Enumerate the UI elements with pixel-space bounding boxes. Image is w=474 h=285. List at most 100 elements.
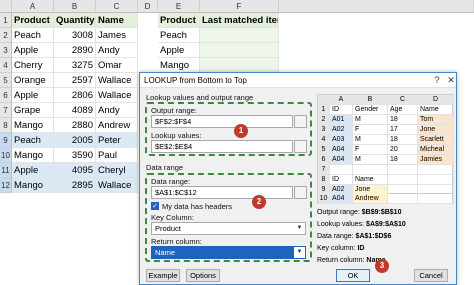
table-cell[interactable]: Andy xyxy=(96,103,138,118)
table2-cell[interactable]: Apple xyxy=(158,43,200,58)
table-cell[interactable]: 2890 xyxy=(54,43,96,58)
row-header[interactable]: 2 xyxy=(0,28,12,43)
row-header[interactable]: 6 xyxy=(0,88,12,103)
help-button[interactable]: ? xyxy=(430,73,444,88)
table-header-name[interactable]: Name xyxy=(96,13,138,28)
table-cell[interactable]: 3590 xyxy=(54,148,96,163)
table-cell[interactable]: James xyxy=(96,28,138,43)
row-header[interactable]: 7 xyxy=(0,103,12,118)
table-cell[interactable]: 3008 xyxy=(54,28,96,43)
preview-cell: M xyxy=(353,155,388,165)
headers-checkbox-label: My data has headers xyxy=(162,202,233,211)
preview-row-header: 10 xyxy=(318,194,330,204)
ok-button[interactable]: OK xyxy=(336,269,370,282)
table-cell[interactable]: Cheryl xyxy=(96,163,138,178)
example-button[interactable]: Example xyxy=(146,269,180,282)
table-cell[interactable]: 2005 xyxy=(54,133,96,148)
preview-cell: Name xyxy=(418,105,454,115)
table2-result-cell[interactable] xyxy=(200,28,279,43)
preview-col-header: A xyxy=(330,95,353,105)
preview-row-header: 2 xyxy=(318,115,330,125)
section-lookup-label: Lookup values and output range xyxy=(146,93,254,102)
cancel-button[interactable]: Cancel xyxy=(414,269,448,282)
preview-cell xyxy=(330,165,353,175)
table-cell[interactable]: Mango xyxy=(12,178,54,193)
table2-result-cell[interactable] xyxy=(200,58,279,73)
col-header-a[interactable]: A xyxy=(12,0,54,13)
section-data-label: Data range xyxy=(146,163,184,172)
row-header[interactable]: 12 xyxy=(0,178,12,193)
table-cell[interactable]: Andrew xyxy=(96,118,138,133)
table2-cell[interactable]: Peach xyxy=(158,28,200,43)
table-cell[interactable]: 3275 xyxy=(54,58,96,73)
output-range-input[interactable]: $F$2:$F$4 xyxy=(151,115,293,128)
table-cell[interactable]: 2895 xyxy=(54,178,96,193)
preview-row-header: 3 xyxy=(318,125,330,135)
table-header-quantity[interactable]: Quantity xyxy=(54,13,96,28)
headers-checkbox[interactable]: ✓ xyxy=(151,202,159,210)
col-header-e[interactable]: E xyxy=(158,0,200,13)
select-all-corner[interactable] xyxy=(0,0,12,13)
table-cell[interactable]: 2880 xyxy=(54,118,96,133)
table-cell[interactable]: Wallace xyxy=(96,88,138,103)
preview-cell: A04 xyxy=(330,155,353,165)
row-header[interactable]: 3 xyxy=(0,43,12,58)
info-label: Output range: xyxy=(317,209,360,216)
options-button[interactable]: Options xyxy=(186,269,220,282)
table-cell[interactable]: 4089 xyxy=(54,103,96,118)
table-cell[interactable]: Apple xyxy=(12,43,54,58)
table-cell[interactable]: Grape xyxy=(12,103,54,118)
table-cell[interactable]: Peter xyxy=(96,133,138,148)
table2-header-product[interactable]: Product xyxy=(158,13,200,28)
range-picker-icon[interactable] xyxy=(294,186,307,199)
key-column-select[interactable]: Product ▼ xyxy=(151,222,306,235)
preview-cell: A01 xyxy=(330,115,353,125)
col-header-b[interactable]: B xyxy=(54,0,96,13)
table-cell[interactable]: Orange xyxy=(12,73,54,88)
lookup-values-label: Lookup values: xyxy=(151,131,202,140)
preview-cell: ID xyxy=(330,105,353,115)
table2-result-cell[interactable] xyxy=(200,43,279,58)
close-button[interactable]: ✕ xyxy=(444,73,458,88)
lookup-values-input[interactable]: $E$2:$E$4 xyxy=(151,140,293,153)
table-cell[interactable]: Peach xyxy=(12,133,54,148)
table-cell[interactable]: 2806 xyxy=(54,88,96,103)
data-range-input[interactable]: $A$1:$C$12 xyxy=(151,186,293,199)
table-cell[interactable]: Cherry xyxy=(12,58,54,73)
table-cell[interactable]: Andy xyxy=(96,43,138,58)
row-header[interactable]: 5 xyxy=(0,73,12,88)
row-header[interactable]: 8 xyxy=(0,118,12,133)
preview-cell: Age xyxy=(388,105,418,115)
table-cell[interactable]: Peach xyxy=(12,28,54,43)
lookup-dialog: LOOKUP from Bottom to Top ? ✕ Lookup val… xyxy=(139,72,457,285)
table-cell[interactable]: 2597 xyxy=(54,73,96,88)
row-header[interactable]: 9 xyxy=(0,133,12,148)
table-cell[interactable]: Apple xyxy=(12,163,54,178)
table-cell[interactable]: Mango xyxy=(12,118,54,133)
preview-cell: 18 xyxy=(388,115,418,125)
col-header-d[interactable]: D xyxy=(138,0,158,13)
row-header[interactable]: 10 xyxy=(0,148,12,163)
table-cell[interactable]: Wallace xyxy=(96,178,138,193)
col-header-c[interactable]: C xyxy=(96,0,138,13)
range-picker-icon[interactable] xyxy=(294,140,307,153)
range-picker-icon[interactable] xyxy=(294,115,307,128)
table-header-product[interactable]: Product xyxy=(12,13,54,28)
table-cell[interactable]: Wallace xyxy=(96,73,138,88)
table-cell[interactable]: Paul xyxy=(96,148,138,163)
table2-header-last-matched[interactable]: Last matched item xyxy=(200,13,279,28)
row-header[interactable]: 4 xyxy=(0,58,12,73)
table-cell[interactable]: 4095 xyxy=(54,163,96,178)
info-value: ID xyxy=(357,245,365,252)
return-column-select[interactable]: Name ▼ xyxy=(151,246,306,259)
dialog-title[interactable]: LOOKUP from Bottom to Top xyxy=(140,73,456,88)
table-cell[interactable]: Omar xyxy=(96,58,138,73)
table-cell[interactable]: Mango xyxy=(12,148,54,163)
col-header-f[interactable]: F xyxy=(200,0,279,13)
row-header[interactable]: 11 xyxy=(0,163,12,178)
info-label: Return column: xyxy=(317,257,365,264)
table-cell[interactable]: Apple xyxy=(12,88,54,103)
preview-cell: 18 xyxy=(388,135,418,145)
table2-cell[interactable]: Mango xyxy=(158,58,200,73)
row-header[interactable]: 1 xyxy=(0,13,12,28)
